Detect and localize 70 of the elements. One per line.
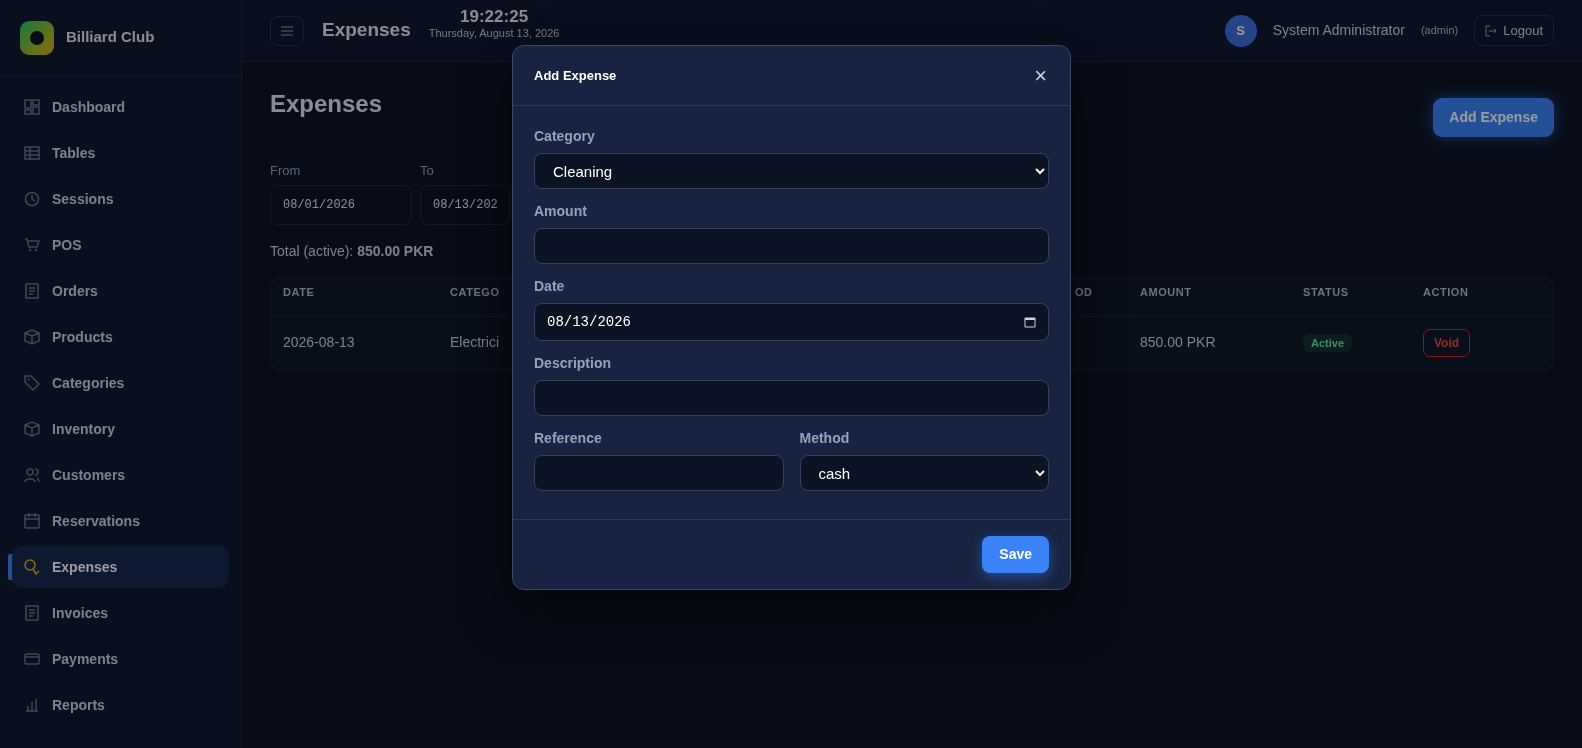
column-header: STATUS — [1303, 284, 1349, 300]
clock-date: Thursday, August 13, 2026 — [428, 26, 560, 39]
close-button[interactable]: × — [1032, 64, 1049, 87]
date-field[interactable]: 08/13/202 — [420, 184, 510, 225]
save-button[interactable]: Save — [982, 536, 1049, 573]
input-field[interactable] — [534, 228, 1049, 264]
field-label: Date — [534, 277, 566, 296]
input-field[interactable] — [534, 380, 1049, 416]
sidebar-item[interactable]: Tables — [12, 132, 229, 174]
header-title: Expenses — [322, 18, 411, 43]
menu-icon — [281, 25, 293, 36]
menu-button[interactable] — [270, 15, 304, 46]
sidebar-item[interactable]: Payments — [12, 638, 229, 680]
clock-time: 19:22:25 — [460, 8, 529, 27]
field-label: Reference — [534, 429, 603, 448]
cart-icon — [24, 237, 40, 253]
document-icon — [24, 283, 40, 299]
box-icon — [24, 421, 40, 437]
sidebar-item[interactable]: Categories — [12, 362, 229, 404]
sidebar-item[interactable]: Sessions — [12, 178, 229, 220]
logout-icon — [1485, 24, 1498, 37]
sidebar-item[interactable]: Inventory — [12, 408, 229, 450]
sidebar-item[interactable]: POS — [12, 224, 229, 266]
brand-name: Billiard Club — [66, 27, 155, 48]
card-icon — [24, 651, 40, 667]
date-field[interactable]: 08/01/2026 — [270, 184, 412, 225]
field-label: Method — [799, 429, 851, 448]
dialog-title: Add Expense — [534, 66, 617, 85]
sidebar-item[interactable]: Reports — [12, 684, 229, 726]
sidebar-item[interactable]: Reservations — [12, 500, 229, 542]
bar-chart-icon — [24, 697, 40, 713]
people-icon — [24, 467, 40, 483]
sidebar-item[interactable]: Customers — [12, 454, 229, 496]
field-label: Category — [534, 127, 596, 146]
field-label: From — [270, 162, 302, 180]
user-role: (admin) — [1420, 23, 1459, 39]
table-cell-text: Electrici — [450, 333, 500, 352]
calendar-icon[interactable] — [1024, 316, 1036, 328]
table-icon — [24, 145, 40, 161]
logout-button[interactable]: Logout — [1474, 14, 1554, 47]
select-field[interactable]: Cleaning — [534, 153, 1049, 189]
field-label: Description — [534, 354, 612, 373]
add-expense-button[interactable]: Add Expense — [1433, 98, 1554, 137]
tag-icon — [24, 375, 40, 391]
sidebar-item[interactable]: Dashboard — [12, 86, 229, 128]
clock-icon — [24, 191, 40, 207]
input-field[interactable] — [534, 455, 784, 491]
select-field[interactable]: cash — [799, 455, 1049, 491]
column-header: ACTION — [1423, 284, 1469, 300]
field-label: Amount — [534, 202, 588, 221]
column-header: OD — [1075, 284, 1093, 300]
date-input[interactable]: 08/13/2026 — [547, 311, 747, 333]
column-header: CATEGO — [450, 284, 500, 300]
sidebar-item[interactable]: Products — [12, 316, 229, 358]
total-text: Total (active): 850.00 PKR — [270, 241, 434, 261]
calendar-icon — [24, 513, 40, 529]
user-avatar: S — [1224, 14, 1257, 47]
column-header: DATE — [283, 284, 315, 300]
sidebar-item[interactable]: Invoices — [12, 592, 229, 634]
box-icon — [24, 329, 40, 345]
table-cell-text: 2026-08-13 — [283, 333, 356, 352]
field-label: To — [420, 162, 435, 180]
grid-icon — [24, 99, 40, 115]
column-header: AMOUNT — [1140, 284, 1192, 300]
page-title: Expenses — [270, 90, 383, 119]
sidebar-item[interactable]: Orders — [12, 270, 229, 312]
document-icon — [24, 605, 40, 621]
logo-icon — [20, 20, 54, 55]
user-name: System Administrator — [1272, 21, 1405, 40]
table-cell-text: 850.00 PKR — [1140, 333, 1217, 352]
